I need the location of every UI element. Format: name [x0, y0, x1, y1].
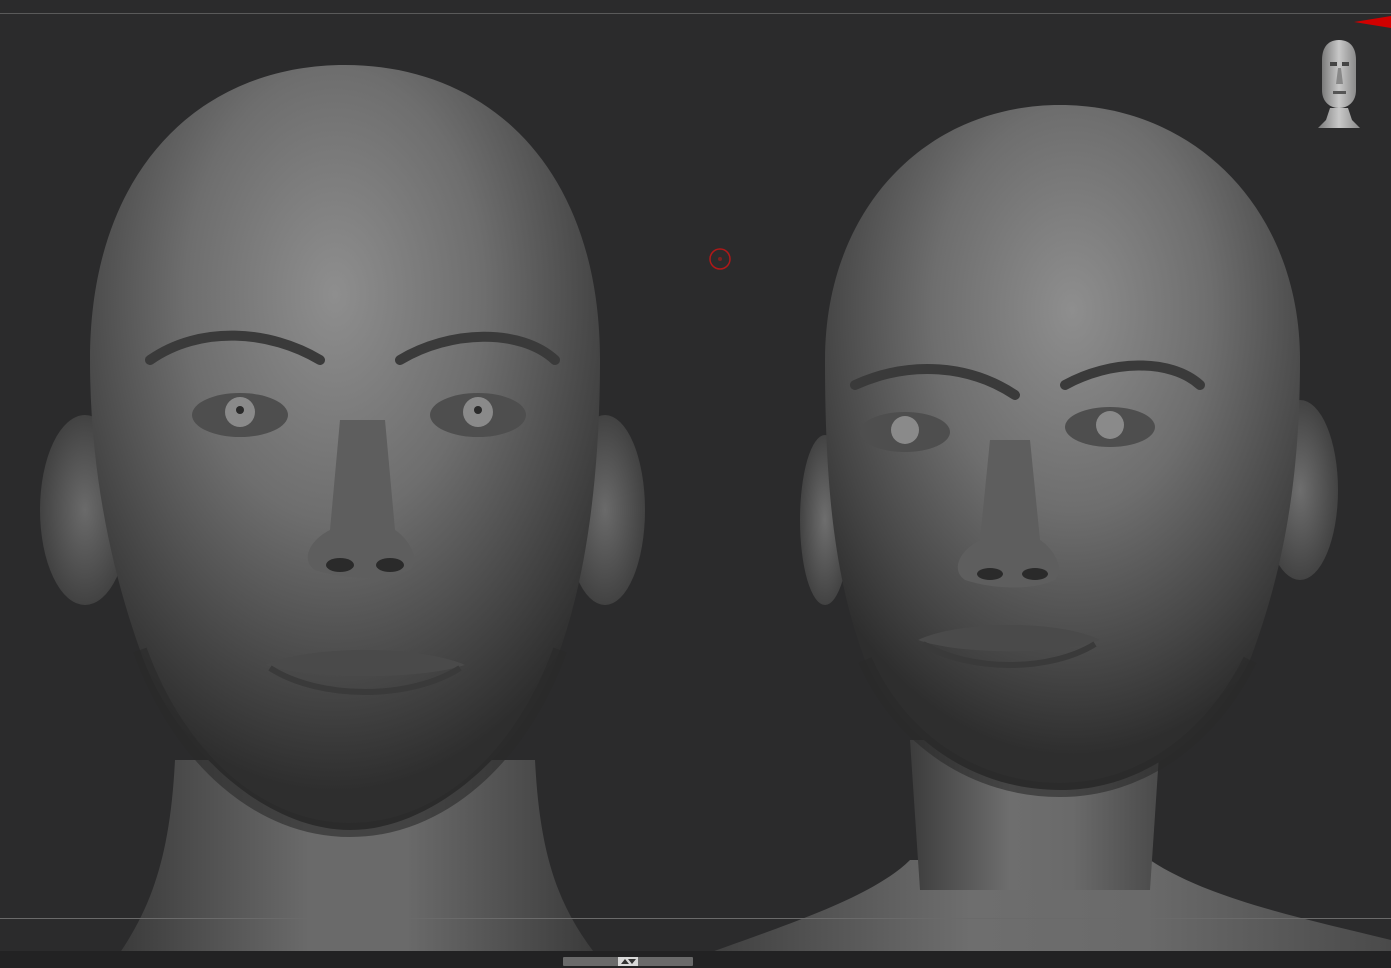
- viewport-top-border: [0, 13, 1391, 14]
- right-head-sculpt[interactable]: [690, 100, 1391, 960]
- left-head-sculpt[interactable]: [0, 60, 700, 960]
- expand-collapse-icon: [618, 957, 638, 966]
- red-arrow-indicator-icon: [1354, 16, 1391, 28]
- sculpt-viewport[interactable]: [0, 0, 1391, 968]
- bottom-shelf: [0, 951, 1391, 968]
- bottom-shelf-toggle-button[interactable]: [563, 957, 693, 966]
- viewport-bottom-border: [0, 918, 1391, 919]
- brush-cursor-icon: [709, 248, 731, 270]
- head-navigation-icon[interactable]: [1312, 36, 1366, 136]
